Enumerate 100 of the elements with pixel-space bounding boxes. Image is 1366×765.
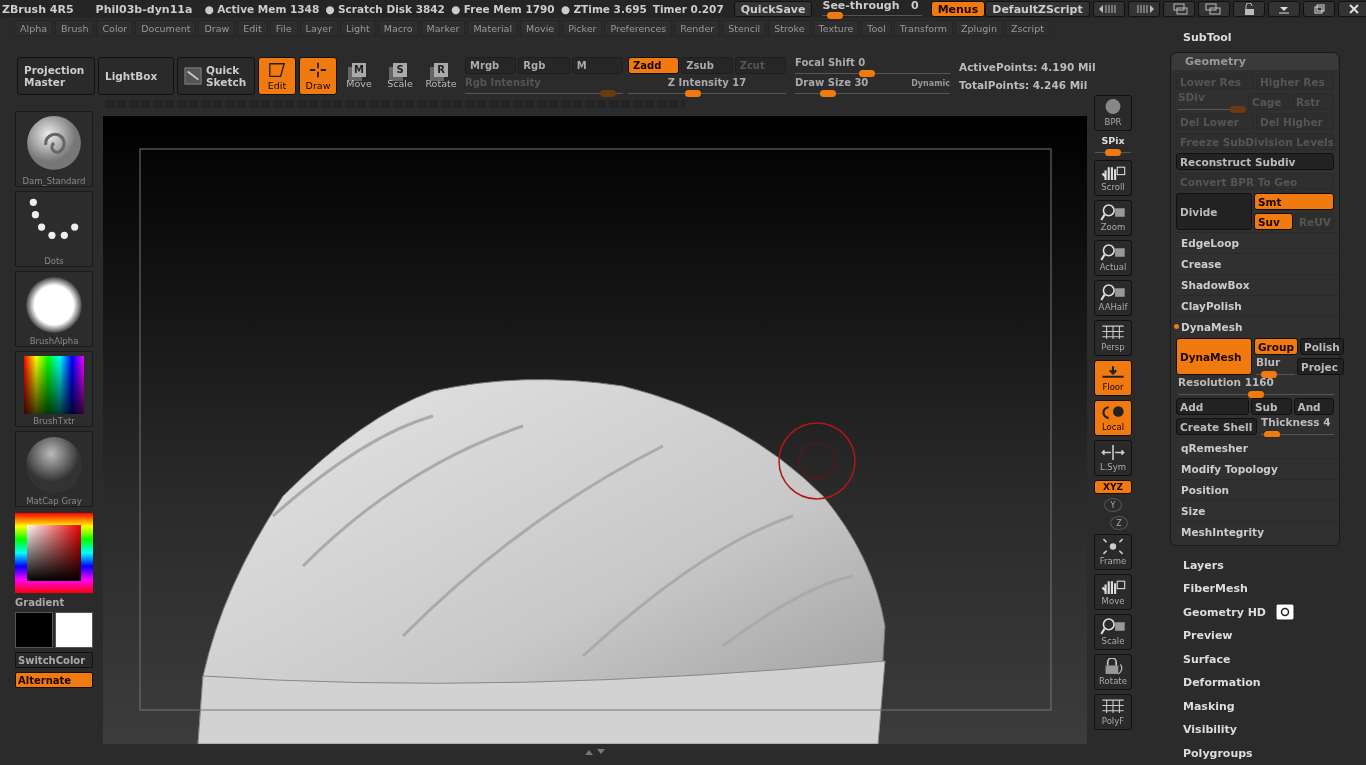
slider-thumb[interactable] — [1248, 390, 1264, 398]
mode-button[interactable]: M Move — [340, 57, 378, 95]
section-header[interactable]: Crease — [1172, 257, 1222, 270]
menu-item[interactable]: Tool — [861, 20, 892, 36]
palette-button[interactable]: Sub — [1251, 398, 1292, 416]
menu-item[interactable]: File — [269, 20, 298, 36]
shelf-thumbnail[interactable]: MatCap Gray — [15, 431, 93, 507]
menu-item[interactable]: Picker — [562, 20, 603, 36]
palette-button[interactable]: Group — [1254, 338, 1298, 356]
section-header[interactable]: ClayPolish — [1172, 299, 1242, 312]
slider-thumb[interactable] — [684, 90, 701, 97]
slider-thumb[interactable] — [1263, 430, 1280, 438]
menu-item[interactable]: Preferences — [604, 20, 673, 36]
view-button[interactable]: Zoom — [1094, 200, 1132, 236]
palette-item[interactable]: Polygroups — [1183, 746, 1253, 760]
section-header[interactable]: qRemesher — [1172, 441, 1248, 454]
slider-thumb[interactable] — [826, 12, 843, 19]
xyz-toggle[interactable]: XYZ — [1094, 480, 1132, 494]
section-header[interactable]: EdgeLoop — [1172, 236, 1239, 249]
menu-item[interactable]: Material — [467, 20, 518, 36]
channel-button[interactable]: Rgb — [518, 57, 570, 74]
restore-icon[interactable] — [1302, 1, 1335, 17]
section-header[interactable]: Modify Topology — [1172, 462, 1278, 475]
menu-item[interactable]: Movie — [520, 20, 561, 36]
menu-item[interactable]: Zplugin — [955, 20, 1003, 36]
switch-color-button[interactable]: SwitchColor — [15, 652, 93, 668]
palette-item[interactable]: Visibility — [1183, 723, 1238, 737]
windows-icon[interactable] — [1162, 1, 1195, 17]
view-button[interactable]: PolyF — [1094, 694, 1132, 730]
menu-item[interactable]: Stencil — [722, 20, 767, 36]
palette-button[interactable]: Reconstruct Subdiv — [1176, 153, 1334, 171]
menu-item[interactable]: Texture — [812, 20, 860, 36]
view-button[interactable]: Local — [1094, 400, 1132, 436]
palette-button[interactable]: And — [1293, 398, 1334, 416]
channel-button[interactable]: M — [571, 57, 623, 74]
palette-button[interactable]: Suv — [1254, 213, 1293, 231]
view-button[interactable]: Floor — [1094, 360, 1132, 396]
slider-thumb[interactable] — [820, 90, 836, 97]
minimize-icon[interactable] — [1267, 1, 1300, 17]
palette-button[interactable]: Create Shell — [1176, 418, 1257, 436]
menu-item[interactable]: Layer — [299, 20, 339, 36]
palette-item[interactable]: Masking — [1183, 699, 1235, 713]
color-swatch[interactable] — [15, 612, 53, 648]
shelf-thumbnail[interactable]: BrushAlpha — [15, 271, 93, 347]
view-button[interactable]: BPR — [1094, 95, 1132, 131]
slider-thumb[interactable] — [1105, 149, 1121, 156]
view-button[interactable]: Frame — [1094, 534, 1132, 570]
palette-item[interactable]: FiberMesh — [1183, 582, 1248, 596]
mode-button[interactable]: Draw — [299, 57, 337, 95]
menu-item[interactable]: Draw — [198, 20, 236, 36]
menu-item[interactable]: Transform — [893, 20, 954, 36]
palette-button[interactable]: DynaMesh — [1176, 338, 1252, 376]
view-button[interactable]: AAHalf — [1094, 280, 1132, 316]
scroll-right-icon[interactable] — [1127, 1, 1160, 17]
resize-handle-icon[interactable] — [583, 748, 607, 756]
palette-button[interactable]: Projec — [1296, 358, 1344, 376]
view-button[interactable]: Move — [1094, 574, 1132, 610]
menu-item[interactable]: Edit — [237, 20, 268, 36]
color-swatch[interactable] — [55, 612, 93, 648]
palette-item[interactable]: Preview — [1183, 629, 1233, 643]
menu-item[interactable]: Stroke — [768, 20, 811, 36]
palette-item[interactable]: Layers — [1183, 558, 1224, 572]
windows-icon[interactable] — [1197, 1, 1230, 17]
lock-icon[interactable] — [1232, 1, 1265, 17]
sculpt-mode-button[interactable]: Zsub — [681, 57, 733, 74]
palette-item[interactable]: Geometry HD — [1183, 605, 1266, 619]
script-button[interactable]: DefaultZScript — [985, 1, 1090, 17]
color-picker[interactable] — [15, 513, 93, 593]
view-button[interactable]: Scroll — [1094, 160, 1132, 196]
lightbox-button[interactable]: LightBox — [98, 57, 174, 95]
mode-button[interactable]: R Rotate — [422, 57, 460, 95]
channel-button[interactable]: Mrgb — [465, 57, 517, 74]
mode-button[interactable]: S Scale — [381, 57, 419, 95]
section-header[interactable]: Size — [1172, 504, 1206, 517]
palette-button[interactable]: Polish — [1299, 338, 1344, 356]
menu-item[interactable]: Color — [96, 20, 134, 36]
section-header[interactable]: DynaMesh — [1172, 320, 1243, 333]
view-button[interactable]: L.Sym — [1094, 440, 1132, 476]
view-button[interactable]: Scale — [1094, 614, 1132, 650]
palette-item[interactable]: SubTool — [1183, 31, 1232, 45]
shelf-thumbnail[interactable]: Dots — [15, 191, 93, 267]
palette-item[interactable]: Deformation — [1183, 676, 1261, 690]
menu-item[interactable]: Document — [135, 20, 197, 36]
quicksave-button[interactable]: QuickSave — [733, 1, 813, 17]
view-button[interactable]: Rotate — [1094, 654, 1132, 690]
menu-item[interactable]: Marker — [420, 20, 466, 36]
slider-thumb[interactable] — [858, 70, 875, 77]
view-button[interactable]: Actual — [1094, 240, 1132, 276]
alternate-button[interactable]: Alternate — [15, 672, 93, 688]
section-header[interactable]: Position — [1172, 483, 1230, 496]
close-icon[interactable] — [1337, 1, 1366, 17]
palette-button[interactable]: Add — [1176, 398, 1249, 416]
shelf-thumbnail[interactable]: Dam_Standard — [15, 111, 93, 187]
palette-button[interactable]: Divide — [1176, 193, 1252, 231]
slider-thumb[interactable] — [1260, 370, 1277, 378]
view-button[interactable]: Persp — [1094, 320, 1132, 356]
palette-item[interactable]: Surface — [1183, 652, 1231, 666]
dynamic-toggle[interactable]: Dynamic — [911, 78, 950, 88]
menu-item[interactable]: Alpha — [14, 20, 53, 36]
quick-sketch-button[interactable]: Quick Sketch — [177, 57, 255, 95]
